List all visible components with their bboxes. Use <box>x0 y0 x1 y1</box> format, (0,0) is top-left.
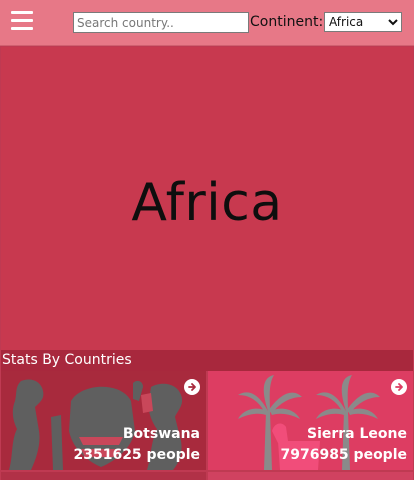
search-country-input[interactable] <box>73 12 249 33</box>
country-population: 7976985 people <box>280 447 407 463</box>
stats-heading: Stats By Countries <box>2 352 132 368</box>
continent-hero: Africa <box>1 47 413 350</box>
country-name: Sierra Leone <box>306 426 407 442</box>
country-card-sierra-leone[interactable]: Sierra Leone 7976985 people <box>208 371 413 470</box>
continent-label: Continent: <box>250 14 324 30</box>
top-header: Continent: Africa <box>0 0 414 46</box>
continent-select[interactable]: Africa <box>324 12 402 32</box>
hamburger-menu-icon[interactable] <box>11 11 33 31</box>
stats-header-bar: Stats By Countries <box>1 350 413 371</box>
arrow-right-circle-icon[interactable] <box>391 379 407 395</box>
continent-title: Africa <box>131 172 283 233</box>
country-card-partial[interactable] <box>1 472 206 480</box>
country-population: 2351625 people <box>73 447 200 463</box>
country-name: Botswana <box>122 426 200 442</box>
country-card-partial[interactable] <box>208 472 413 480</box>
arrow-right-circle-icon[interactable] <box>184 379 200 395</box>
country-card-botswana[interactable]: Botswana 2351625 people <box>1 371 206 470</box>
